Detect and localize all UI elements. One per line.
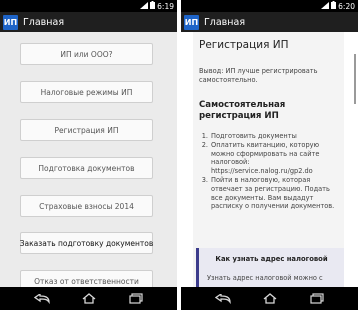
list-item: 1. Подготовить документы <box>199 132 339 141</box>
menu-item-disclaimer[interactable]: Отказ от ответственности <box>20 270 153 287</box>
action-bar: ИП Главная <box>181 12 358 32</box>
menu-item-tax-regimes[interactable]: Налоговые режимы ИП <box>20 81 153 103</box>
signal-icon <box>140 1 149 11</box>
article-card: Регистрация ИП Вывод: ИП лучше регистрир… <box>193 32 344 287</box>
subheading: Самостоятельная регистрация ИП <box>199 100 339 122</box>
subheading-line-1: Самостоятельная <box>199 100 286 110</box>
conclusion-line-2: самостоятельно. <box>199 76 258 84</box>
left-screen: 6:19 ИП Главная ИП или ООО? Налоговые ре… <box>0 0 177 310</box>
home-icon[interactable] <box>263 293 277 304</box>
list-item-text: Пойти в налоговую, которая отвечает за р… <box>211 176 335 211</box>
app-logo[interactable]: ИП <box>184 14 199 30</box>
main-menu: ИП или ООО? Налоговые режимы ИП Регистра… <box>0 32 177 287</box>
list-item-line: все документы. Вам выдадут <box>211 193 314 202</box>
app-title: Главная <box>204 16 246 28</box>
scrollbar[interactable] <box>354 54 356 104</box>
list-item: 2. Оплатить квитанцию, которую можно сфо… <box>199 141 339 176</box>
status-time: 6:20 <box>338 1 355 11</box>
battery-icon <box>331 1 337 11</box>
list-item-line: отвечает за регистрацию. Подать <box>211 184 330 193</box>
list-item-number: 2. <box>201 140 208 149</box>
app-title: Главная <box>23 16 65 28</box>
back-icon[interactable] <box>34 293 50 304</box>
back-icon[interactable] <box>215 293 231 304</box>
right-screen: 6:20 ИП Главная Регистрация ИП Вывод: ИП… <box>181 0 358 310</box>
recent-apps-icon[interactable] <box>129 293 143 304</box>
tax-service-link[interactable]: https://service.nalog.ru/gp2.do <box>211 167 335 176</box>
status-time: 6:19 <box>157 1 174 11</box>
action-bar: ИП Главная <box>0 12 177 32</box>
list-item-number: 3. <box>201 175 208 184</box>
subheading-line-2: регистрация ИП <box>199 111 279 121</box>
callout-text: Узнать адрес налоговой можно с <box>207 274 323 282</box>
navigation-bar <box>181 287 358 310</box>
conclusion-line-1: Вывод: ИП лучше регистрировать <box>199 67 318 75</box>
list-item-line: Оплатить квитанцию, которую <box>211 140 320 149</box>
list-item-number: 1. <box>201 132 208 140</box>
status-bar: 6:19 <box>0 0 177 12</box>
list-item-line: можно сформировать на сайте <box>211 149 320 158</box>
list-item-text: Оплатить квитанцию, которую можно сформи… <box>211 141 335 176</box>
list-item: 3. Пойти в налоговую, которая отвечает з… <box>199 176 339 211</box>
menu-item-order-documents[interactable]: Заказать подготовку документов <box>20 232 153 254</box>
menu-item-documents[interactable]: Подготовка документов <box>20 157 153 179</box>
menu-item-ip-or-ooo[interactable]: ИП или ООО? <box>20 43 153 65</box>
navigation-bar <box>0 287 177 310</box>
list-item-text: Подготовить документы <box>211 132 335 141</box>
app-logo[interactable]: ИП <box>3 14 18 30</box>
status-bar: 6:20 <box>181 0 358 12</box>
home-icon[interactable] <box>82 293 96 304</box>
list-item-line: расписку о получении документов. <box>211 202 335 211</box>
menu-item-insurance[interactable]: Страховые взносы 2014 <box>20 195 153 217</box>
article-view[interactable]: Регистрация ИП Вывод: ИП лучше регистрир… <box>181 32 358 287</box>
recent-apps-icon[interactable] <box>310 293 324 304</box>
list-item-line: Пойти в налоговую, которая <box>211 175 311 184</box>
signal-icon <box>321 1 330 11</box>
info-callout: Как узнать адрес налоговой Узнать адрес … <box>196 248 344 287</box>
article-title: Регистрация ИП <box>199 39 289 51</box>
steps-list: 1. Подготовить документы 2. Оплатить кви… <box>199 132 339 211</box>
battery-icon <box>150 1 156 11</box>
callout-title: Как узнать адрес налоговой <box>215 255 328 263</box>
menu-item-registration[interactable]: Регистрация ИП <box>20 119 153 141</box>
list-item-line: налоговой: <box>211 158 250 167</box>
list-item-line: Подготовить документы <box>211 132 297 140</box>
